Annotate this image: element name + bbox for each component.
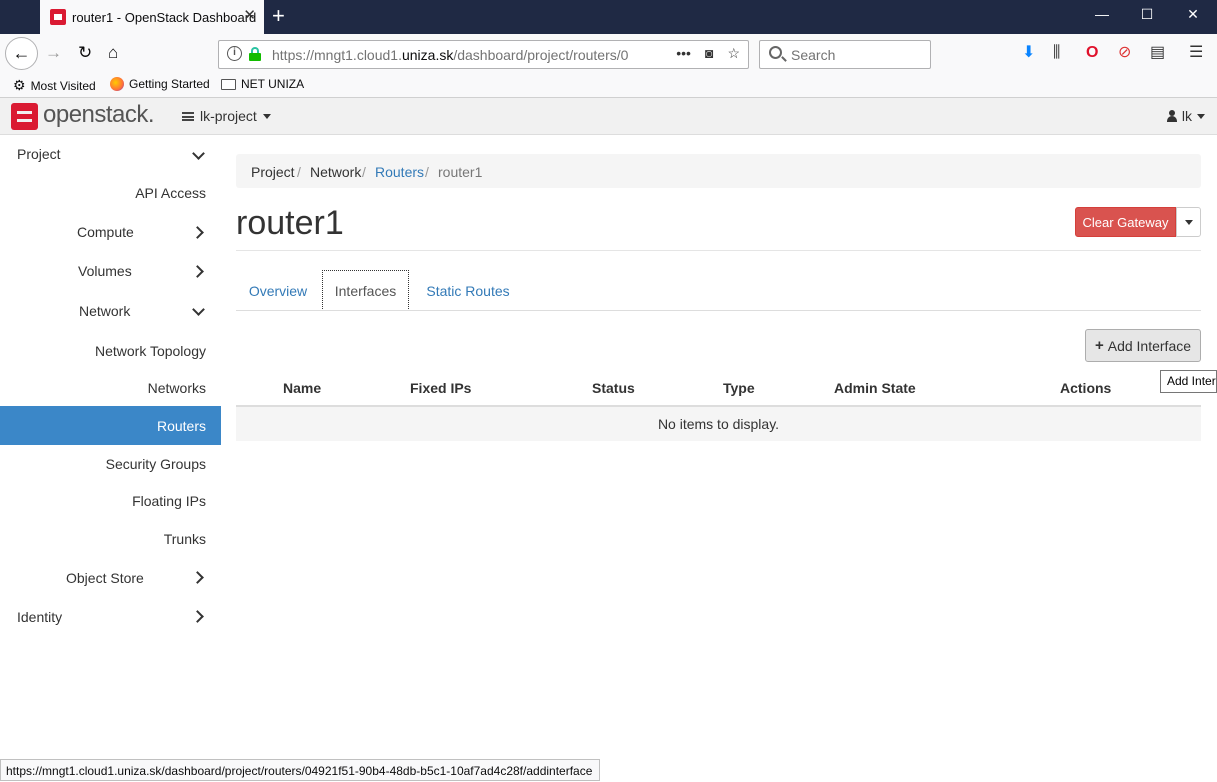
user-icon — [1166, 110, 1177, 122]
status-bar-url: https://mngt1.cloud1.uniza.sk/dashboard/… — [0, 759, 600, 781]
hamburger-menu-icon[interactable]: ☰ — [1189, 44, 1203, 62]
breadcrumb-separator: / — [362, 164, 366, 180]
sidebar: Project API Access Compute Volumes Netwo… — [0, 135, 221, 758]
clear-gateway-button[interactable]: Clear Gateway — [1075, 207, 1176, 237]
breadcrumb-separator: / — [425, 164, 429, 180]
chevron-right-icon — [191, 226, 204, 239]
page-actions-icon[interactable]: ••• — [676, 45, 691, 62]
bookmark-net-uniza[interactable]: NET UNIZA — [221, 77, 304, 91]
chevron-right-icon — [191, 571, 204, 584]
sidebar-item-network-topology[interactable]: Network Topology — [0, 330, 221, 368]
reload-icon[interactable]: ↻ — [78, 43, 92, 63]
sidebar-item-object-store[interactable]: Object Store — [0, 558, 221, 597]
download-icon[interactable]: ⬇ — [1022, 44, 1035, 62]
back-arrow-icon[interactable]: ← — [5, 37, 38, 70]
column-header-admin-state[interactable]: Admin State — [834, 380, 916, 396]
chevron-down-icon — [192, 303, 205, 316]
sidebar-item-compute[interactable]: Compute — [0, 212, 221, 251]
bookmarks-bar: ⚙ Most Visited Getting Started NET UNIZA — [0, 74, 1217, 98]
pocket-icon[interactable]: ◙ — [705, 45, 713, 62]
column-header-fixed-ips[interactable]: Fixed IPs — [410, 380, 471, 396]
actions-dropdown-toggle[interactable] — [1176, 207, 1201, 237]
column-header-type[interactable]: Type — [723, 380, 755, 396]
sidebar-item-network[interactable]: Network — [0, 290, 221, 330]
home-icon[interactable]: ⌂ — [108, 43, 118, 63]
bookmark-most-visited[interactable]: ⚙ Most Visited — [13, 77, 96, 94]
browser-tab[interactable]: router1 - OpenStack Dashboard ✕ — [40, 0, 264, 34]
library-icon[interactable]: ⫼ — [1053, 44, 1060, 62]
caret-down-icon — [1184, 219, 1193, 225]
add-interface-button[interactable]: + Add Interface — [1085, 329, 1201, 362]
sidebar-item-volumes[interactable]: Volumes — [0, 251, 221, 290]
tab-interfaces[interactable]: Interfaces — [322, 270, 409, 311]
caret-down-icon — [262, 113, 271, 119]
column-header-actions: Actions — [1060, 380, 1112, 396]
maximize-icon[interactable]: ☐ — [1132, 6, 1162, 23]
url-text[interactable]: https://mngt1.cloud1.uniza.sk/dashboard/… — [272, 47, 628, 63]
breadcrumb: Project / Network / Routers / router1 — [236, 154, 1201, 188]
sidebar-item-networks[interactable]: Networks — [0, 368, 221, 406]
openstack-header: openstack. lk-project lk — [0, 98, 1217, 135]
new-tab-plus-icon[interactable]: + — [272, 5, 285, 27]
sidebar-item-identity[interactable]: Identity — [0, 597, 221, 636]
sidebar-toggle-icon[interactable]: ▤ — [1150, 44, 1165, 62]
page-title: router1 — [236, 204, 344, 242]
search-input[interactable]: Search — [759, 40, 931, 69]
bookmark-getting-started[interactable]: Getting Started — [110, 77, 210, 91]
breadcrumb-network: Network — [310, 164, 362, 180]
browser-nav-bar: ← → ↻ ⌂ i https://mngt1.cloud1.uniza.sk/… — [0, 34, 1217, 74]
close-window-icon[interactable]: ✕ — [1178, 6, 1208, 23]
openstack-logo-text[interactable]: openstack. — [43, 101, 155, 129]
breadcrumb-current: router1 — [438, 164, 483, 180]
column-header-status[interactable]: Status — [592, 380, 635, 396]
tab-overview[interactable]: Overview — [240, 270, 316, 311]
close-tab-icon[interactable]: ✕ — [243, 8, 256, 24]
openstack-logo-icon[interactable] — [11, 103, 38, 130]
extension-icon[interactable]: ⊘ — [1118, 44, 1131, 62]
chevron-right-icon — [191, 610, 204, 623]
project-switcher[interactable]: lk-project — [182, 108, 271, 124]
sidebar-item-trunks[interactable]: Trunks — [0, 520, 221, 558]
tabs-divider — [236, 310, 1201, 311]
minimize-icon[interactable]: — — [1087, 6, 1117, 22]
url-bar[interactable]: i https://mngt1.cloud1.uniza.sk/dashboar… — [218, 40, 749, 69]
info-icon[interactable]: i — [227, 46, 242, 61]
lock-icon — [249, 47, 261, 61]
sidebar-item-security-groups[interactable]: Security Groups — [0, 445, 221, 482]
opera-icon[interactable]: O — [1086, 44, 1098, 62]
firefox-icon — [110, 77, 124, 91]
sidebar-item-api-access[interactable]: API Access — [0, 173, 221, 212]
bookmark-star-icon[interactable]: ☆ — [727, 45, 740, 62]
project-list-icon — [182, 111, 194, 121]
tooltip: Add Inter — [1160, 370, 1217, 393]
user-menu[interactable]: lk — [1166, 108, 1205, 124]
sidebar-item-routers[interactable]: Routers — [0, 406, 221, 445]
breadcrumb-project: Project — [251, 164, 295, 180]
title-divider — [236, 250, 1201, 251]
gear-icon: ⚙ — [13, 77, 26, 93]
browser-tab-bar: router1 - OpenStack Dashboard ✕ + — ☐ ✕ — [0, 0, 1217, 34]
sidebar-item-project[interactable]: Project — [0, 135, 221, 173]
openstack-favicon-icon — [50, 9, 66, 25]
sidebar-item-floating-ips[interactable]: Floating IPs — [0, 482, 221, 520]
search-icon — [769, 46, 782, 59]
caret-down-icon — [1197, 113, 1205, 119]
plus-icon: + — [1094, 337, 1104, 354]
breadcrumb-routers-link[interactable]: Routers — [375, 164, 424, 180]
chevron-down-icon — [192, 147, 205, 160]
tab-static-routes[interactable]: Static Routes — [415, 270, 521, 311]
table-empty-row: No items to display. — [236, 407, 1201, 441]
breadcrumb-separator: / — [297, 164, 301, 180]
forward-arrow-icon[interactable]: → — [45, 43, 62, 63]
tab-title: router1 - OpenStack Dashboard — [72, 9, 257, 25]
chevron-right-icon — [191, 265, 204, 278]
column-header-name[interactable]: Name — [283, 380, 321, 396]
folder-icon — [221, 78, 236, 90]
